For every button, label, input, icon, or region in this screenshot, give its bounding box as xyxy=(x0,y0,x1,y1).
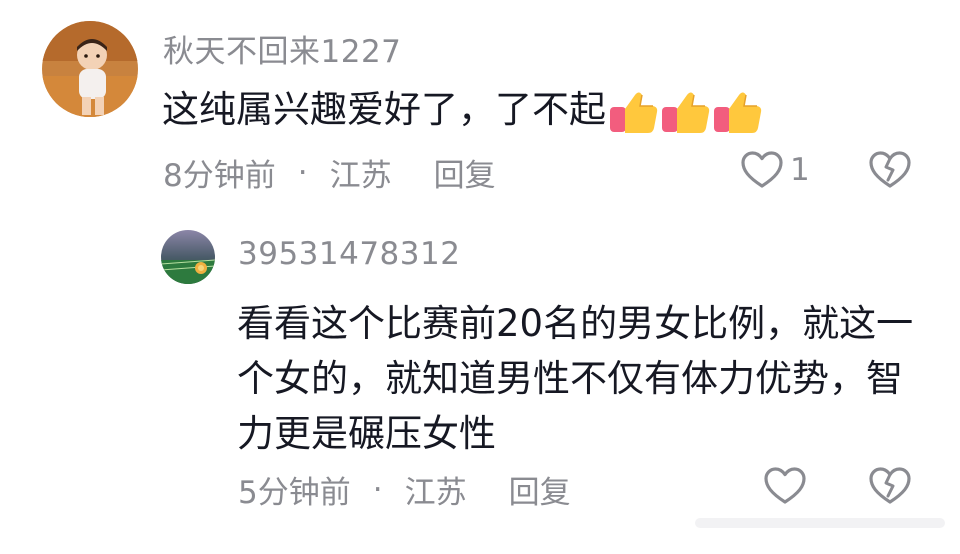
comment-location: 江苏 xyxy=(404,475,467,511)
meta-separator: · xyxy=(372,471,383,508)
like-count: 1 xyxy=(790,152,810,188)
comment-time: 8分钟前 xyxy=(163,158,276,194)
comment-text: 看看这个比赛前20名的男女比例，就这一个女的，就知道男性不仅有体力优势，智力更是… xyxy=(237,302,914,455)
reply-button[interactable]: 回复 xyxy=(509,467,571,512)
broken-heart-outline-icon xyxy=(869,151,911,188)
comment-meta: 8分钟前 · 江苏 回复 xyxy=(163,150,496,195)
like-button[interactable] xyxy=(763,466,813,506)
broken-heart-outline-icon xyxy=(869,467,911,504)
heart-outline-icon xyxy=(764,467,806,504)
avatar[interactable] xyxy=(161,230,215,284)
avatar[interactable] xyxy=(42,21,138,117)
meta-separator: · xyxy=(297,154,308,191)
dislike-button[interactable] xyxy=(868,150,912,194)
heart-outline-icon xyxy=(741,151,783,188)
like-button[interactable]: 1 xyxy=(740,150,810,190)
reply-item: 39531478312 看看这个比赛前20名的男女比例，就这一个女的，就知道男性… xyxy=(0,210,960,554)
username[interactable]: 秋天不回来1227 xyxy=(163,26,401,71)
comment-text: 这纯属兴趣爱好了，了不起 xyxy=(162,84,764,138)
thumbs-up-icon xyxy=(714,92,762,133)
username[interactable]: 39531478312 xyxy=(238,236,460,272)
comment-text-body: 这纯属兴趣爱好了，了不起 xyxy=(162,88,606,131)
dislike-button[interactable] xyxy=(868,466,912,510)
thumbs-up-icon xyxy=(610,92,658,133)
reply-button[interactable]: 回复 xyxy=(434,150,496,195)
comment-item: 秋天不回来1227 这纯属兴趣爱好了，了不起 8分钟前 · 江苏 回复 1 xyxy=(0,0,960,210)
comment-location: 江苏 xyxy=(329,158,392,194)
emoji-group xyxy=(608,86,764,138)
comment-meta: 5分钟前 · 江苏 回复 xyxy=(238,467,571,512)
faint-overlay-bar xyxy=(695,515,945,529)
comment-time: 5分钟前 xyxy=(238,475,351,511)
thumbs-up-icon xyxy=(662,92,710,133)
